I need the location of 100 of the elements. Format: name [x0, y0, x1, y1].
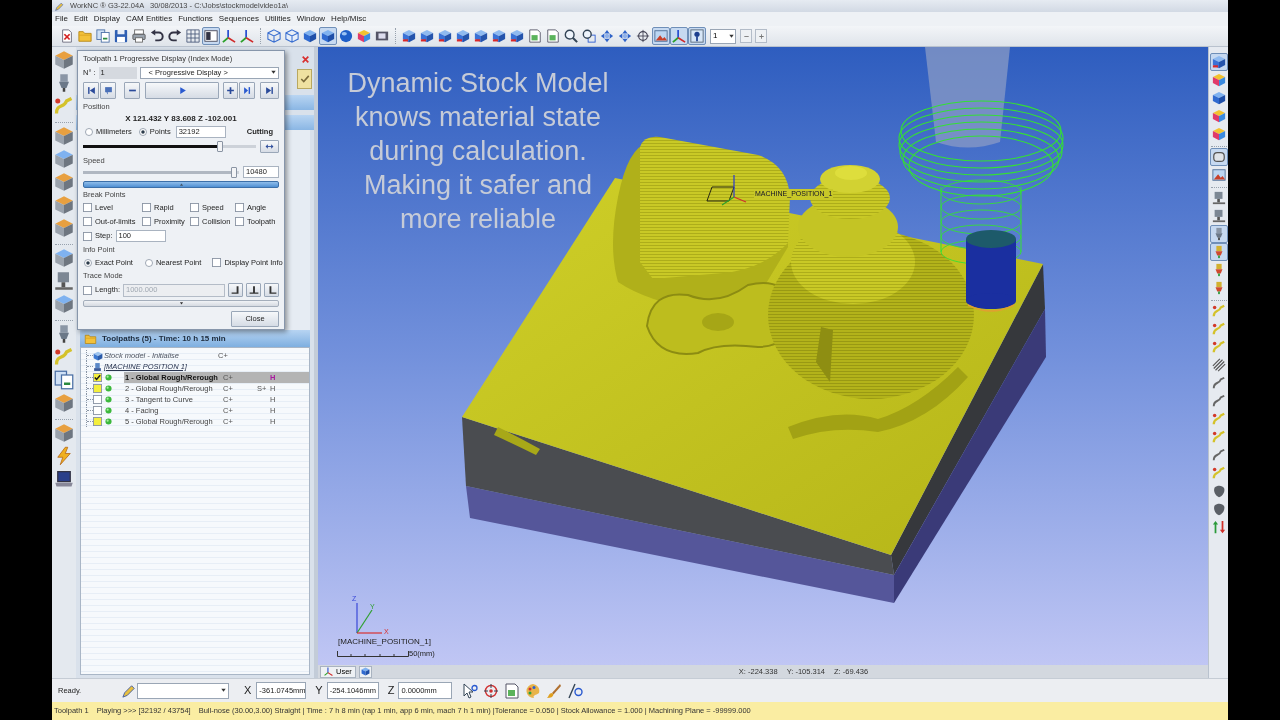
checkbox[interactable] [93, 395, 102, 404]
checkbox[interactable] [190, 217, 199, 226]
menu-item[interactable]: Edit [73, 13, 88, 25]
trace-button[interactable] [264, 283, 279, 297]
block-icon[interactable] [54, 126, 74, 146]
toolbar-button[interactable] [490, 27, 508, 45]
cursor-help-icon[interactable] [462, 682, 479, 699]
toolbar-button[interactable] [112, 27, 130, 45]
menu-item[interactable]: Functions [178, 13, 213, 25]
faster-button[interactable] [223, 82, 238, 99]
checkbox[interactable] [93, 417, 102, 426]
block-icon[interactable] [54, 423, 74, 443]
curve-icon[interactable] [54, 96, 74, 116]
radio-button[interactable] [144, 258, 153, 267]
toolbar-button[interactable] [400, 27, 418, 45]
block-icon[interactable] [54, 50, 74, 70]
menu-item[interactable]: Display [93, 13, 120, 25]
menu-item[interactable]: Sequences [218, 13, 259, 25]
toolbar-button[interactable] [472, 27, 490, 45]
axes-icon [672, 29, 686, 43]
collapse-bar[interactable] [83, 181, 279, 188]
target-icon[interactable] [483, 682, 500, 699]
toolbar-button[interactable] [1209, 148, 1228, 166]
laptop-icon[interactable] [54, 469, 74, 489]
toolbar-button[interactable] [1209, 53, 1228, 71]
help-icon[interactable] [567, 682, 584, 699]
slider-thumb[interactable] [216, 140, 223, 152]
block-icon[interactable] [54, 172, 74, 192]
toolbar-button[interactable] [220, 27, 238, 45]
trace-button[interactable] [228, 283, 244, 297]
checkbox[interactable] [142, 203, 151, 212]
pin-icon [690, 29, 704, 43]
toolbar-button[interactable] [319, 27, 337, 45]
toolbar-button[interactable] [337, 27, 355, 45]
checkbox[interactable] [93, 384, 102, 393]
block-icon[interactable] [54, 294, 74, 314]
block-icon[interactable] [54, 149, 74, 169]
toolbar-button[interactable] [436, 27, 454, 45]
plus-icon [757, 32, 765, 40]
block-icon[interactable] [54, 195, 74, 215]
menu-item[interactable]: CAM Entities [125, 13, 173, 25]
checkbox[interactable] [83, 203, 92, 212]
slider-thumb[interactable] [231, 166, 238, 178]
block-icon[interactable] [54, 393, 74, 413]
confirm-button[interactable] [297, 69, 312, 89]
toolbar-button[interactable] [301, 27, 319, 45]
toolbar-button[interactable] [580, 27, 598, 45]
checkbox[interactable] [190, 203, 199, 212]
toolbar-button[interactable] [202, 27, 220, 45]
menu-item[interactable]: Utilities [264, 13, 291, 25]
view-cube-icon [510, 29, 524, 43]
checkbox[interactable] [83, 231, 92, 241]
menu-item[interactable]: Help/Misc [331, 13, 367, 25]
menu-item[interactable]: Window [296, 13, 326, 25]
first-point-button[interactable] [83, 82, 99, 99]
layer-select[interactable]: 1 [710, 28, 736, 44]
last-point-button[interactable] [260, 82, 279, 99]
checkbox[interactable] [83, 217, 92, 226]
radio-button[interactable] [85, 128, 93, 136]
wireframe-cube-icon [267, 29, 281, 43]
entity-combobox[interactable] [137, 682, 229, 699]
toolbar-button[interactable] [508, 27, 526, 45]
previous-button[interactable] [100, 82, 116, 99]
trace-button[interactable] [246, 283, 262, 297]
block-icon[interactable] [54, 248, 74, 268]
toolbar-button[interactable] [688, 27, 706, 45]
close-button[interactable] [299, 53, 311, 65]
layer-down-button[interactable] [740, 29, 752, 43]
origin-marker-icon [706, 174, 747, 206]
toolbar-button[interactable] [238, 27, 256, 45]
toolbar-button[interactable] [634, 27, 652, 45]
radio-button[interactable] [84, 258, 92, 267]
documents-icon[interactable] [54, 370, 74, 390]
view-cube-button[interactable] [358, 665, 372, 678]
checkbox[interactable] [235, 203, 244, 212]
checkbox[interactable] [142, 217, 151, 226]
toolbar-button[interactable] [562, 27, 580, 45]
caret-down-icon [220, 687, 227, 694]
curve-icon[interactable] [54, 347, 74, 367]
menu-item[interactable]: File [55, 13, 68, 25]
drill-icon[interactable] [54, 271, 74, 291]
slower-button[interactable] [124, 82, 140, 99]
coordinate-label: Z [387, 683, 395, 699]
palette-icon[interactable] [525, 682, 542, 699]
radio-button[interactable] [138, 128, 147, 136]
curve-icon [1211, 304, 1226, 318]
checkbox[interactable] [93, 406, 102, 415]
cube-icon [360, 667, 370, 676]
block-icon[interactable] [54, 218, 74, 238]
checkbox[interactable] [212, 258, 222, 267]
next-button[interactable] [239, 82, 255, 99]
fit-range-button[interactable] [260, 139, 279, 153]
layer-up-button[interactable] [755, 29, 767, 43]
toolbar-button[interactable] [454, 27, 472, 45]
undo-icon [150, 29, 164, 43]
up-down-arrows-icon [1211, 520, 1226, 534]
checkbox[interactable] [93, 373, 102, 382]
toolbar-button[interactable] [418, 27, 436, 45]
brush-icon[interactable] [546, 682, 563, 699]
checkbox[interactable] [235, 217, 244, 226]
